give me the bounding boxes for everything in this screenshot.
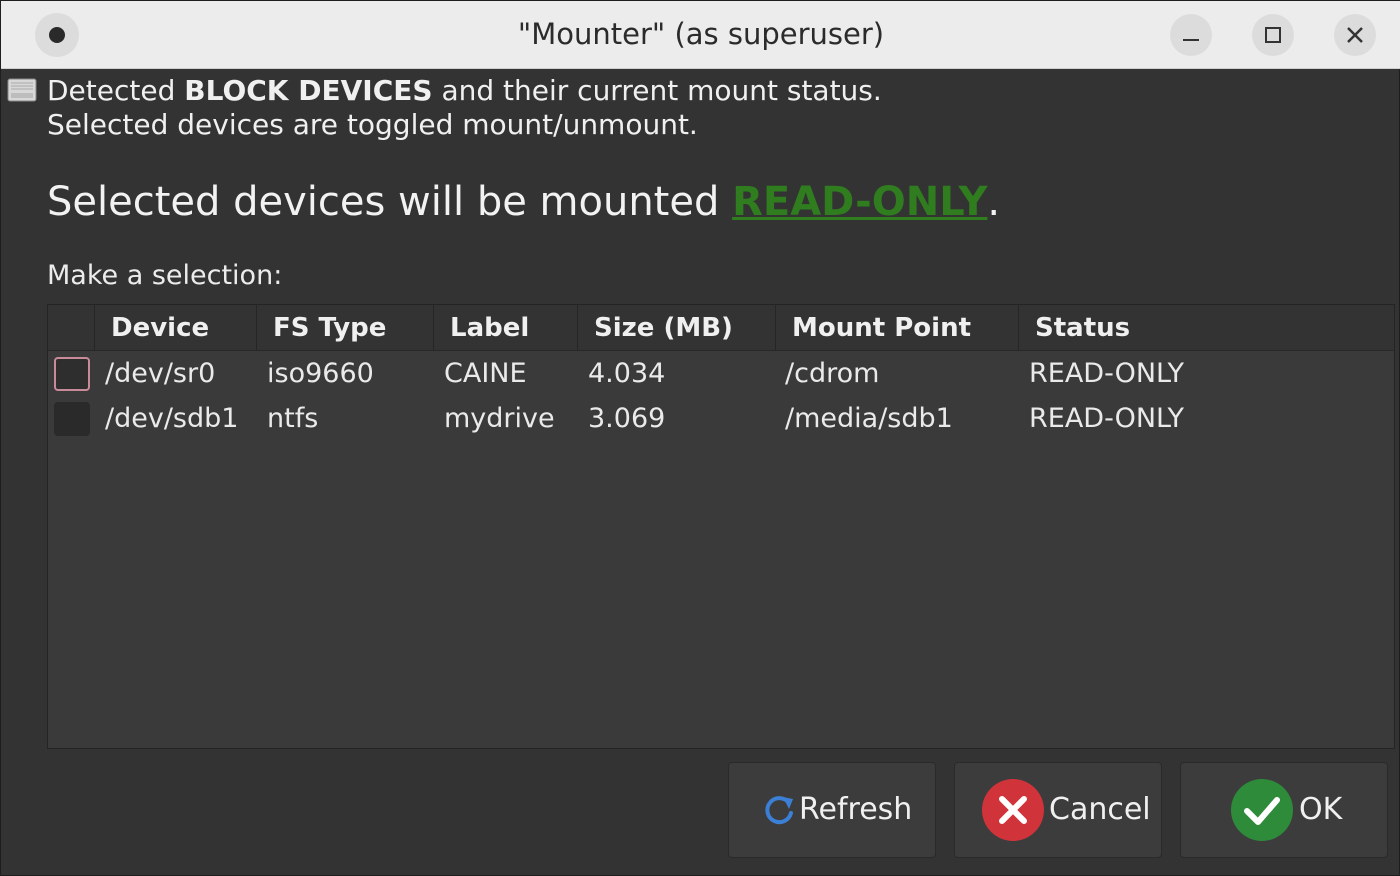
readonly-mode-link[interactable]: READ-ONLY bbox=[732, 179, 987, 225]
cell-label: CAINE bbox=[444, 358, 527, 389]
cell-status: READ-ONLY bbox=[1029, 358, 1184, 389]
device-table[interactable]: Device FS Type Label Size (MB) Mount Poi… bbox=[47, 304, 1395, 749]
intro-suffix: and their current mount status. bbox=[432, 74, 882, 107]
table-row[interactable]: /dev/sr0 iso9660 CAINE 4.034 /cdrom READ… bbox=[48, 352, 1394, 396]
cell-device: /dev/sdb1 bbox=[105, 403, 239, 434]
cell-device: /dev/sr0 bbox=[105, 358, 216, 389]
refresh-icon bbox=[765, 796, 793, 825]
refresh-button[interactable]: Refresh bbox=[728, 762, 936, 858]
column-header-size[interactable]: Size (MB) bbox=[577, 305, 775, 351]
cell-fs-type: ntfs bbox=[267, 403, 319, 434]
mounter-window: "Mounter" (as superuser) Detected BLOCK … bbox=[0, 0, 1400, 876]
column-header-label[interactable]: Label bbox=[433, 305, 577, 351]
column-header-device[interactable]: Device bbox=[94, 305, 256, 351]
intro-line-2: Selected devices are toggled mount/unmou… bbox=[47, 108, 698, 141]
table-header: Device FS Type Label Size (MB) Mount Poi… bbox=[48, 305, 1394, 351]
headline-prefix: Selected devices will be mounted bbox=[47, 179, 733, 225]
intro-bold: BLOCK DEVICES bbox=[184, 74, 433, 107]
column-header-fs-type[interactable]: FS Type bbox=[256, 305, 433, 351]
maximize-icon bbox=[1265, 27, 1281, 43]
cell-size: 3.069 bbox=[588, 403, 666, 434]
row-checkbox[interactable] bbox=[54, 357, 90, 391]
minimize-icon bbox=[1183, 39, 1199, 41]
ok-button[interactable]: OK bbox=[1180, 762, 1388, 858]
cell-fs-type: iso9660 bbox=[267, 358, 374, 389]
table-row[interactable]: /dev/sdb1 ntfs mydrive 3.069 /media/sdb1… bbox=[48, 397, 1394, 441]
cell-size: 4.034 bbox=[588, 358, 666, 389]
intro-prefix: Detected bbox=[47, 74, 185, 107]
column-header-status[interactable]: Status bbox=[1018, 305, 1394, 351]
column-header-mount-point[interactable]: Mount Point bbox=[775, 305, 1018, 351]
minimize-button[interactable] bbox=[1170, 14, 1212, 56]
cancel-x-icon bbox=[982, 779, 1044, 841]
maximize-button[interactable] bbox=[1252, 14, 1294, 56]
readonly-headline: Selected devices will be mounted READ-ON… bbox=[47, 179, 1000, 225]
drive-icon bbox=[7, 78, 37, 102]
row-checkbox[interactable] bbox=[54, 402, 90, 436]
refresh-label: Refresh bbox=[799, 792, 913, 827]
cancel-label: Cancel bbox=[1049, 792, 1151, 827]
cell-mount-point: /media/sdb1 bbox=[785, 403, 953, 434]
title-bar[interactable]: "Mounter" (as superuser) bbox=[1, 1, 1400, 69]
close-icon bbox=[1347, 27, 1363, 43]
cell-mount-point: /cdrom bbox=[785, 358, 880, 389]
cell-status: READ-ONLY bbox=[1029, 403, 1184, 434]
header-checkbox-column bbox=[48, 305, 94, 351]
close-button[interactable] bbox=[1334, 14, 1376, 56]
cancel-button[interactable]: Cancel bbox=[954, 762, 1162, 858]
intro-text: Detected BLOCK DEVICES and their current… bbox=[47, 74, 882, 142]
selection-label: Make a selection: bbox=[47, 260, 283, 291]
intro-line-1: Detected BLOCK DEVICES and their current… bbox=[47, 74, 882, 108]
cell-label: mydrive bbox=[444, 403, 555, 434]
checkmark-icon bbox=[1231, 779, 1293, 841]
headline-suffix: . bbox=[987, 179, 1001, 225]
ok-label: OK bbox=[1299, 792, 1343, 827]
